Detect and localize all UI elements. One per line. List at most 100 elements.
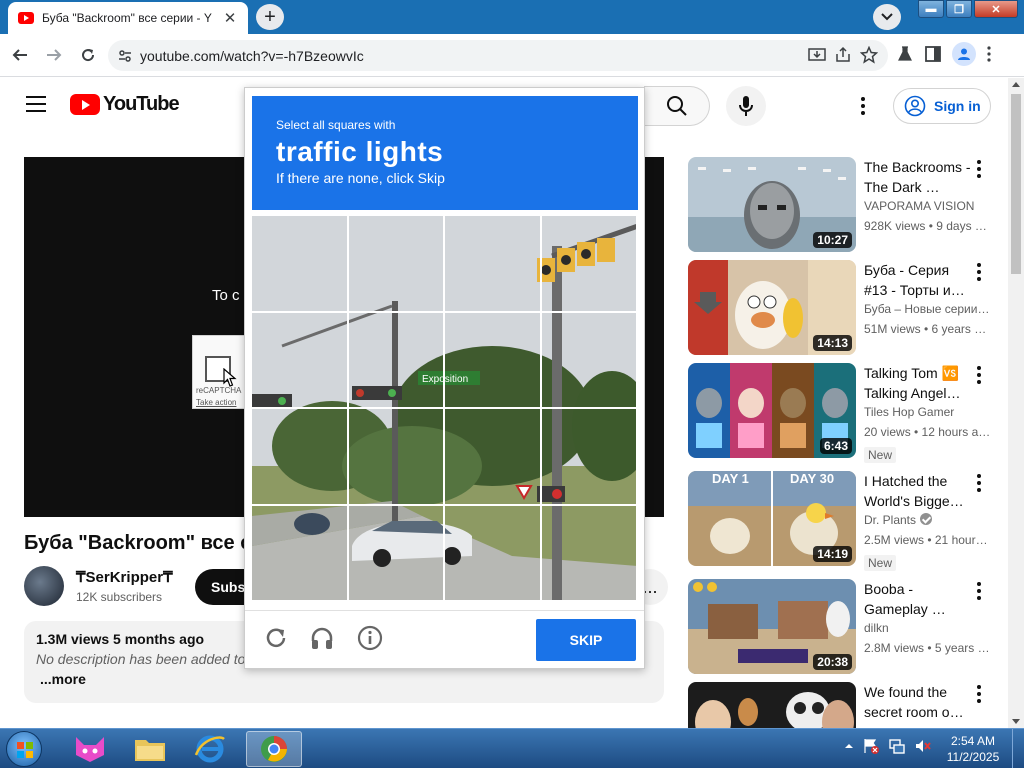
item-menu-icon[interactable]	[974, 262, 984, 282]
recommendation-channel[interactable]: Dr. Plants	[864, 513, 933, 527]
item-menu-icon[interactable]	[974, 684, 984, 704]
tile-r3c1[interactable]	[252, 409, 349, 506]
recommendation-title[interactable]: I Hatched the World's Bigge…	[864, 471, 974, 511]
minimize-button[interactable]: ▬	[918, 0, 944, 18]
share-icon[interactable]	[834, 46, 852, 64]
youtube-logo[interactable]: YouTube	[70, 93, 180, 116]
forward-button[interactable]	[40, 41, 68, 69]
tile-r2c1[interactable]	[252, 312, 349, 409]
tile-r1c4[interactable]	[541, 216, 638, 313]
taskbar-file-explorer[interactable]	[122, 731, 178, 767]
extensions-flask-icon[interactable]	[896, 45, 914, 63]
volume-muted-icon[interactable]	[914, 737, 932, 755]
recommendation-item[interactable]: We found the secret room o…	[688, 682, 998, 728]
recommendation-channel[interactable]: Tiles Hop Gamer	[864, 405, 954, 419]
page-scrollbar[interactable]	[1008, 78, 1024, 728]
tile-r1c1[interactable]	[252, 216, 349, 313]
tile-r3c2[interactable]	[348, 409, 445, 506]
profile-avatar[interactable]	[952, 42, 976, 66]
tile-r1c2[interactable]	[348, 216, 445, 313]
video-thumbnail[interactable]: DAY 1 DAY 30 14:19	[688, 471, 856, 566]
search-icon	[666, 96, 687, 116]
tray-expand-icon[interactable]	[844, 741, 854, 751]
browser-tab-youtube[interactable]: Буба "Backroom" все серии - Y ✕	[8, 2, 248, 34]
back-button[interactable]	[6, 41, 34, 69]
recommendation-item[interactable]: 6:43 Talking Tom 🆚 Talking Angel… Tiles …	[688, 363, 998, 463]
tile-r2c3[interactable]	[445, 312, 542, 409]
recommendation-title[interactable]: Booba - Gameplay …	[864, 579, 974, 619]
reload-button[interactable]	[74, 41, 102, 69]
scroll-down-arrow-icon[interactable]	[1012, 719, 1020, 724]
recommendation-channel[interactable]: Буба – Новые серии…	[864, 302, 989, 316]
recommendation-item[interactable]: 10:27 The Backrooms - The Dark … VAPORAM…	[688, 157, 998, 252]
recommendation-title[interactable]: The Backrooms - The Dark …	[864, 157, 974, 197]
description-text: No description has been added to	[36, 651, 246, 667]
side-panel-icon[interactable]	[924, 45, 942, 63]
tile-r3c4[interactable]	[541, 409, 638, 506]
taskbar-clock[interactable]: 2:54 AM 11/2/2025	[938, 733, 1008, 765]
recommendation-title[interactable]: Talking Tom 🆚 Talking Angel…	[864, 363, 974, 403]
tile-r4c2[interactable]	[348, 505, 445, 602]
taskbar-chrome-active[interactable]	[246, 731, 302, 767]
settings-kebab-icon[interactable]	[858, 96, 868, 116]
video-thumbnail[interactable]	[688, 682, 856, 728]
skip-button[interactable]: SKIP	[536, 619, 636, 661]
show-desktop-button[interactable]	[1012, 729, 1024, 768]
reload-challenge-icon[interactable]	[263, 625, 289, 651]
youtube-favicon-icon	[18, 12, 34, 24]
recommendation-item[interactable]: 20:38 Booba - Gameplay … dilkn 2.8M view…	[688, 579, 998, 674]
scroll-up-arrow-icon[interactable]	[1012, 82, 1020, 87]
channel-name[interactable]: ₸SerKripper₸	[76, 568, 173, 586]
guide-menu-icon[interactable]	[26, 96, 46, 112]
video-thumbnail[interactable]: 10:27	[688, 157, 856, 252]
search-button[interactable]	[644, 86, 710, 126]
tile-r2c4[interactable]	[541, 312, 638, 409]
video-thumbnail[interactable]: 20:38	[688, 579, 856, 674]
tab-search-button[interactable]	[873, 4, 901, 30]
video-duration: 14:13	[813, 335, 852, 351]
tile-r4c3[interactable]	[445, 505, 542, 602]
tab-close-icon[interactable]: ✕	[222, 9, 238, 27]
recaptcha-take-action-link[interactable]: Take action	[196, 398, 236, 407]
channel-avatar[interactable]	[24, 566, 64, 606]
restore-button[interactable]: ❐	[946, 0, 972, 18]
item-menu-icon[interactable]	[974, 159, 984, 179]
sign-in-button[interactable]: Sign in	[893, 88, 991, 124]
install-app-icon[interactable]	[808, 46, 826, 64]
browser-toolbar-right	[896, 42, 992, 66]
window-controls: ▬ ❐ ✕	[918, 0, 1018, 18]
show-more-link[interactable]: ...more	[36, 671, 652, 687]
tile-r4c1[interactable]	[252, 505, 349, 602]
tile-r2c2[interactable]	[348, 312, 445, 409]
bookmark-star-icon[interactable]	[860, 46, 878, 64]
action-center-flag-icon[interactable]	[862, 737, 880, 755]
taskbar-internet-explorer[interactable]	[182, 731, 238, 767]
tile-r3c3[interactable]	[445, 409, 542, 506]
new-tab-button[interactable]: +	[256, 4, 284, 30]
recommendation-channel[interactable]: VAPORAMA VISION	[864, 199, 974, 213]
video-thumbnail[interactable]: 14:13	[688, 260, 856, 355]
video-thumbnail[interactable]: 6:43	[688, 363, 856, 458]
tile-r4c4[interactable]	[541, 505, 638, 602]
address-bar[interactable]: youtube.com/watch?v=-h7BzeowvIc	[108, 40, 888, 71]
recommendation-item[interactable]: 14:13 Буба - Серия #13 - Торты и… Буба –…	[688, 260, 998, 355]
audio-challenge-headphones-icon[interactable]	[309, 625, 335, 651]
scrollbar-thumb[interactable]	[1011, 94, 1021, 274]
item-menu-icon[interactable]	[974, 365, 984, 385]
window-close-button[interactable]: ✕	[974, 0, 1018, 18]
recommendation-item[interactable]: DAY 1 DAY 30 14:19 I Hatched the World's…	[688, 471, 998, 571]
browser-menu-icon[interactable]	[986, 45, 992, 63]
network-icon[interactable]	[888, 737, 906, 755]
voice-search-button[interactable]	[726, 86, 766, 126]
recommendation-title[interactable]: We found the secret room o…	[864, 682, 974, 722]
recommendation-channel[interactable]: dilkn	[864, 621, 889, 635]
info-icon[interactable]	[357, 625, 383, 651]
recommendation-title[interactable]: Буба - Серия #13 - Торты и…	[864, 260, 974, 300]
omnibox-actions	[808, 46, 878, 64]
challenge-header: Select all squares with traffic lights I…	[252, 96, 638, 210]
taskbar-app-cat[interactable]	[62, 731, 118, 767]
item-menu-icon[interactable]	[974, 473, 984, 493]
item-menu-icon[interactable]	[974, 581, 984, 601]
start-button[interactable]	[6, 731, 42, 767]
tile-r1c3[interactable]	[445, 216, 542, 313]
